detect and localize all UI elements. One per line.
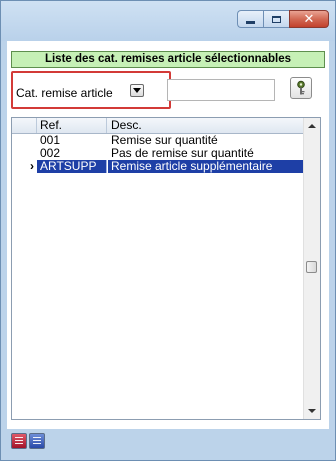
minimize-icon bbox=[246, 20, 255, 24]
table-row-selected[interactable]: › ARTSUPP Remise article supplémentaire bbox=[12, 160, 304, 173]
column-header-desc[interactable]: Desc. bbox=[108, 118, 304, 133]
maximize-button[interactable] bbox=[263, 10, 289, 28]
close-button[interactable]: ✕ bbox=[289, 10, 329, 28]
title-bar: ✕ bbox=[1, 1, 335, 41]
cell-ref: ARTSUPP bbox=[37, 160, 107, 173]
minimize-button[interactable] bbox=[237, 10, 263, 28]
red-book-button[interactable] bbox=[11, 433, 27, 449]
table-row[interactable]: 002 Pas de remise sur quantité bbox=[12, 147, 304, 160]
window-controls: ✕ bbox=[237, 10, 329, 30]
results-table[interactable]: Ref. Desc. 001 Remise sur quantité 002 P… bbox=[11, 117, 321, 420]
category-select-value[interactable]: Cat. remise article bbox=[16, 86, 113, 100]
cell-ref: 002 bbox=[40, 147, 61, 160]
chevron-down-icon bbox=[133, 88, 141, 93]
cell-desc: Remise sur quantité bbox=[111, 134, 218, 147]
panel-title: Liste des cat. remises article sélection… bbox=[11, 51, 325, 68]
footer-toolbar bbox=[7, 429, 329, 454]
cell-ref: 001 bbox=[40, 134, 61, 147]
cell-desc: Pas de remise sur quantité bbox=[111, 147, 254, 160]
table-header: Ref. Desc. bbox=[12, 118, 304, 134]
row-pointer-icon: › bbox=[30, 159, 34, 173]
filter-row: Cat. remise article bbox=[7, 71, 329, 111]
row-pointer bbox=[12, 134, 36, 147]
dialog-window: ✕ Liste des cat. remises article sélecti… bbox=[0, 0, 336, 461]
key-search-icon bbox=[297, 80, 305, 95]
vertical-scrollbar[interactable] bbox=[303, 118, 320, 419]
scroll-thumb[interactable] bbox=[306, 261, 317, 273]
client-area: Liste des cat. remises article sélection… bbox=[7, 41, 329, 454]
close-icon: ✕ bbox=[303, 11, 315, 27]
blue-book-button[interactable] bbox=[29, 433, 45, 449]
column-header-ref[interactable]: Ref. bbox=[37, 118, 107, 133]
cell-desc: Remise article supplémentaire bbox=[108, 160, 304, 173]
table-row[interactable]: 001 Remise sur quantité bbox=[12, 134, 304, 147]
scroll-up-arrow-icon[interactable] bbox=[308, 124, 316, 128]
row-selector-header bbox=[12, 118, 37, 133]
category-select-dropdown-button[interactable] bbox=[130, 84, 144, 97]
red-book-icon bbox=[15, 437, 23, 445]
blue-book-icon bbox=[33, 437, 41, 445]
scroll-down-arrow-icon[interactable] bbox=[308, 409, 316, 413]
search-button[interactable] bbox=[290, 77, 312, 99]
maximize-icon bbox=[272, 15, 281, 23]
search-input[interactable] bbox=[167, 79, 275, 101]
